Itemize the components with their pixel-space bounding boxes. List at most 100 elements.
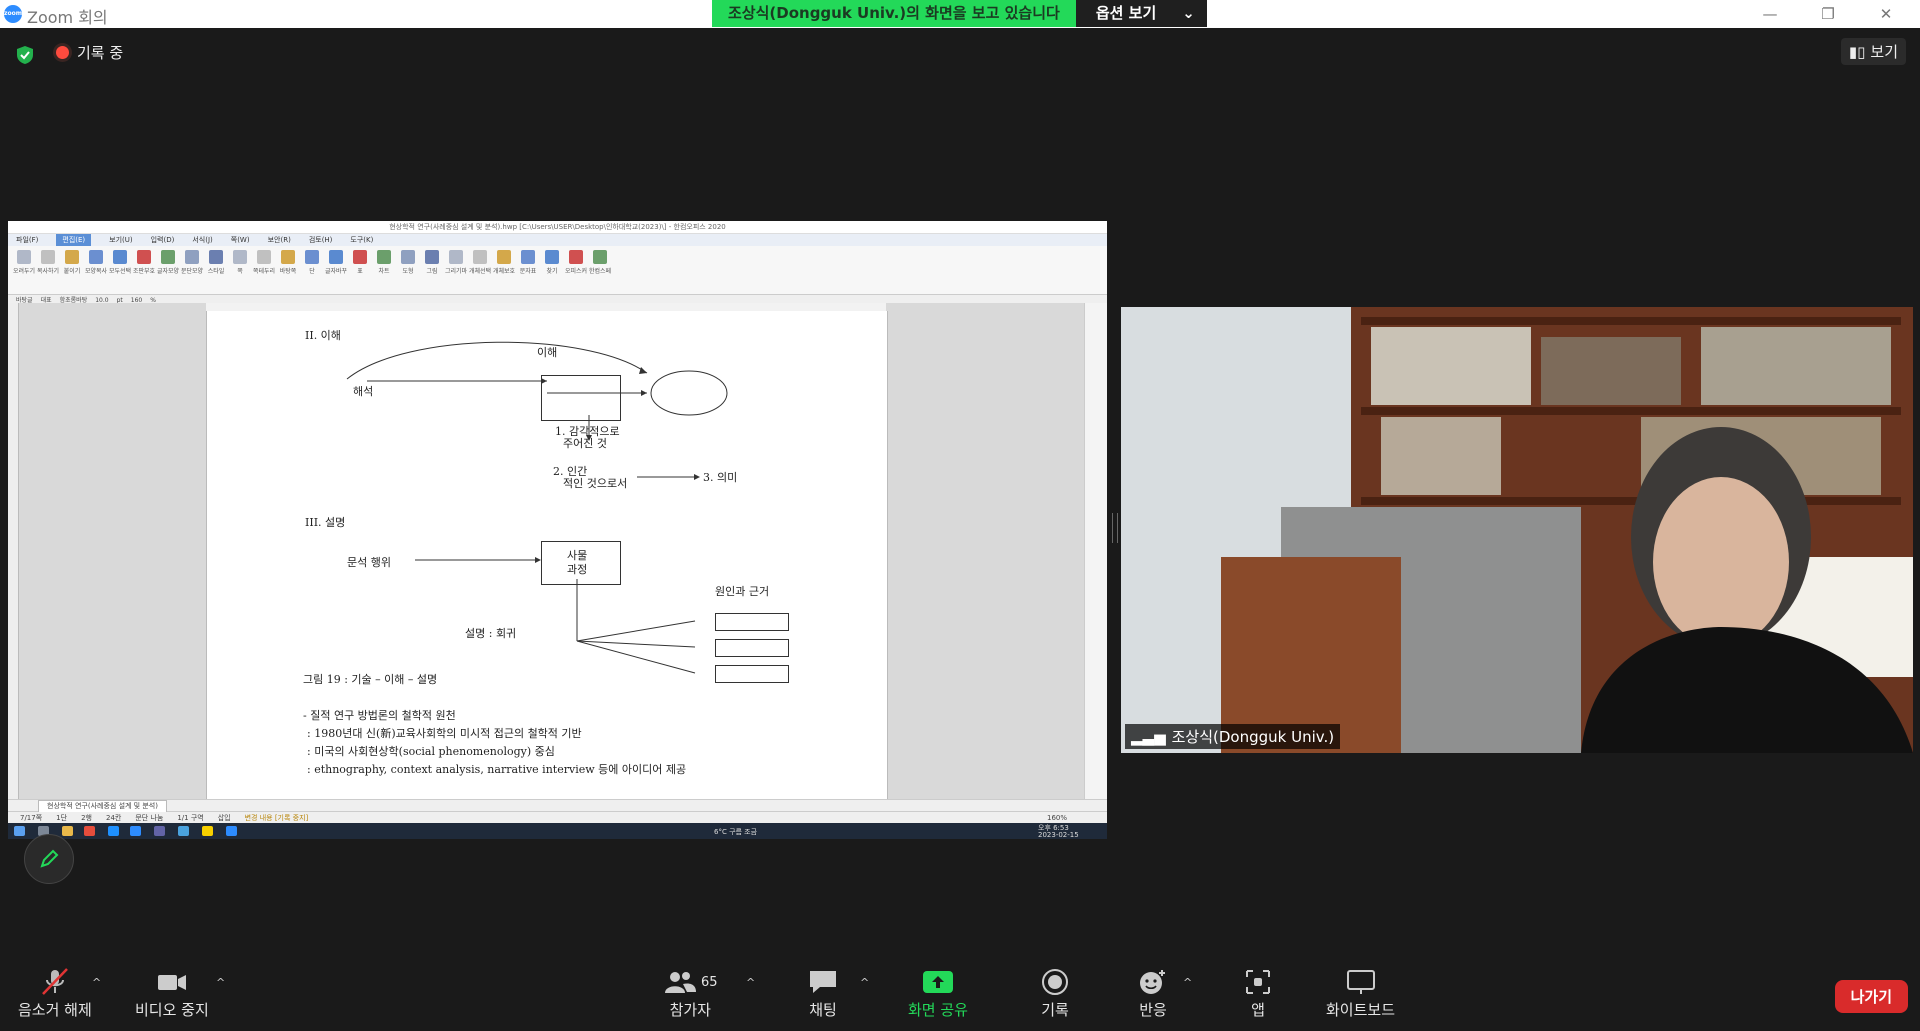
recording-indicator[interactable]: 기록 중: [56, 42, 123, 63]
document-page[interactable]: II. 이해 이해 해석 1. 감각적으로 주어진 것 2. 인간 적인 것으로…: [206, 311, 888, 799]
ribbon-button-8[interactable]: 스타일: [206, 250, 226, 294]
ribbon-label-22: 찾기: [546, 268, 558, 275]
zoom-meeting-icon[interactable]: [226, 826, 237, 836]
weather-text: 6°C 구름 조금: [714, 828, 758, 836]
ribbon-label-2: 붙이기: [63, 268, 81, 275]
ribbon-icon-2: [65, 250, 79, 264]
ribbon-button-15[interactable]: 차트: [374, 250, 394, 294]
hwp-menu-tools[interactable]: 도구(K): [350, 234, 373, 246]
ribbon-button-4[interactable]: 모두선택: [109, 250, 131, 294]
ribbon-button-19[interactable]: 개체선택: [469, 250, 491, 294]
ribbon-button-17[interactable]: 그림: [422, 250, 442, 294]
view-layout-icon: ▮▯: [1848, 42, 1866, 61]
annotate-button[interactable]: [24, 834, 74, 884]
meeting-toolbar: 음소거 해제 ^ 비디오 중지 ^ 65 참가자 ^ 채팅 ^ 화면 공유 기록…: [0, 964, 1920, 1031]
hwp-menu-page[interactable]: 쪽(W): [231, 234, 250, 246]
windows-taskbar: 6°C 구름 조금 오후 6:53 2023-02-15: [8, 823, 1107, 839]
view-label: 보기: [1870, 43, 1898, 61]
ribbon-button-1[interactable]: 복사하기: [37, 250, 59, 294]
chat-button[interactable]: 채팅: [806, 967, 840, 1020]
diagram-box-cause-3: [715, 665, 789, 683]
ribbon-label-4: 모두선택: [109, 268, 131, 275]
label-haeseok: 해석: [353, 385, 374, 398]
stop-video-button[interactable]: 비디오 중지: [135, 967, 209, 1020]
hwp-menu-insert[interactable]: 입력(D): [151, 234, 175, 246]
hwp-app-icon[interactable]: [178, 826, 189, 836]
security-shield-icon[interactable]: [15, 45, 35, 65]
reactions-button[interactable]: 반응: [1136, 967, 1170, 1020]
ribbon-button-11[interactable]: 바탕쪽: [278, 250, 298, 294]
ribbon-button-5[interactable]: 조판부호지우기: [133, 250, 155, 294]
ribbon-icon-14: [353, 250, 367, 264]
file-explorer-icon[interactable]: [62, 826, 73, 836]
ribbon-icon-24: [593, 250, 607, 264]
hwp-menu-view[interactable]: 보기(U): [109, 234, 132, 246]
zoom-app-icon[interactable]: [130, 826, 141, 836]
ribbon-button-21[interactable]: 문자표: [518, 250, 538, 294]
ribbon-button-7[interactable]: 문단모양: [181, 250, 203, 294]
hwp-menu-security[interactable]: 보안(R): [268, 234, 291, 246]
ribbon-icon-12: [305, 250, 319, 264]
view-options-label: 옵션 보기: [1095, 4, 1157, 22]
hwp-menu-review[interactable]: 검토(H): [309, 234, 333, 246]
ribbon-button-13[interactable]: 글자바꾸기: [325, 250, 347, 294]
label-step2b: 적인 것으로서: [563, 477, 628, 490]
label-act: 문석 행위: [347, 556, 391, 569]
ribbon-button-22[interactable]: 찾기: [542, 250, 562, 294]
ribbon-button-23[interactable]: 오피스커뮤니케이터: [565, 250, 587, 294]
share-screen-label: 화면 공유: [908, 1001, 968, 1019]
participant-video-tile[interactable]: ▂▃▅ 조상식(Dongguk Univ.): [1121, 307, 1913, 753]
kakaotalk-icon[interactable]: [202, 826, 213, 836]
unmute-button[interactable]: 음소거 해제: [18, 967, 92, 1020]
restore-button[interactable]: ❐: [1808, 3, 1848, 25]
edge-icon[interactable]: [108, 826, 119, 836]
ribbon-button-3[interactable]: 모양복사: [85, 250, 107, 294]
split-view-divider[interactable]: [1112, 513, 1118, 543]
ribbon-button-24[interactable]: 한컴스페이스: [589, 250, 611, 294]
leave-button[interactable]: 나가기: [1834, 980, 1908, 1013]
ribbon-button-12[interactable]: 단: [302, 250, 322, 294]
ribbon-button-2[interactable]: 붙이기: [62, 250, 82, 294]
video-options-caret[interactable]: ^: [216, 976, 225, 989]
ribbon-label-6: 글자모양: [157, 268, 179, 275]
chrome-icon[interactable]: [84, 826, 95, 836]
audio-options-caret[interactable]: ^: [92, 976, 101, 989]
ribbon-button-14[interactable]: 표: [350, 250, 370, 294]
chat-options-caret[interactable]: ^: [860, 976, 869, 989]
participants-button[interactable]: 65 참가자: [663, 967, 718, 1020]
share-banner-message: 조상식(Dongguk Univ.)의 화면을 보고 있습니다: [712, 0, 1076, 27]
hwp-menu-format[interactable]: 서식(J): [192, 234, 212, 246]
ribbon-button-0[interactable]: 오려두기: [13, 250, 35, 294]
smiley-icon: [1140, 970, 1165, 994]
document-tab[interactable]: 현상학적 연구(사례중심 설계 및 분석): [38, 800, 167, 812]
view-button[interactable]: ▮▯ 보기: [1840, 38, 1906, 65]
ribbon-label-5: 조판부호지우기: [133, 268, 155, 275]
diagram-box-cause-2: [715, 639, 789, 657]
ribbon-icon-8: [209, 250, 223, 264]
participants-options-caret[interactable]: ^: [746, 976, 755, 989]
record-button[interactable]: 기록: [1038, 967, 1072, 1020]
ribbon-button-20[interactable]: 개체보호: [493, 250, 515, 294]
ribbon-button-6[interactable]: 글자모양: [157, 250, 179, 294]
whiteboard-button[interactable]: 화이트보드: [1326, 967, 1395, 1020]
ribbon-label-11: 바탕쪽: [279, 268, 297, 275]
label-process2: 과정: [567, 563, 588, 576]
reactions-options-caret[interactable]: ^: [1183, 976, 1192, 989]
teams-icon[interactable]: [154, 826, 165, 836]
ribbon-icon-15: [377, 250, 391, 264]
ribbon-button-9[interactable]: 쪽: [230, 250, 250, 294]
view-options-button[interactable]: 옵션 보기 ⌄: [1075, 0, 1207, 27]
hwp-menu-file[interactable]: 파일(F): [16, 234, 38, 246]
ribbon-button-10[interactable]: 쪽테두리: [253, 250, 275, 294]
ribbon-button-16[interactable]: 도형: [398, 250, 418, 294]
label-step3: 3. 의미: [703, 471, 738, 484]
minimize-button[interactable]: —: [1750, 3, 1790, 25]
ribbon-button-18[interactable]: 그리기마당: [445, 250, 467, 294]
figure-caption: 그림 19 : 기술 – 이해 – 설명: [303, 673, 438, 686]
close-button[interactable]: ✕: [1866, 3, 1906, 25]
hwp-menu-edit[interactable]: 편집(E): [56, 234, 92, 246]
ribbon-label-19: 개체선택: [469, 268, 491, 275]
start-icon[interactable]: [14, 826, 25, 836]
share-screen-button[interactable]: 화면 공유: [908, 967, 968, 1020]
apps-button[interactable]: 앱: [1241, 967, 1275, 1020]
